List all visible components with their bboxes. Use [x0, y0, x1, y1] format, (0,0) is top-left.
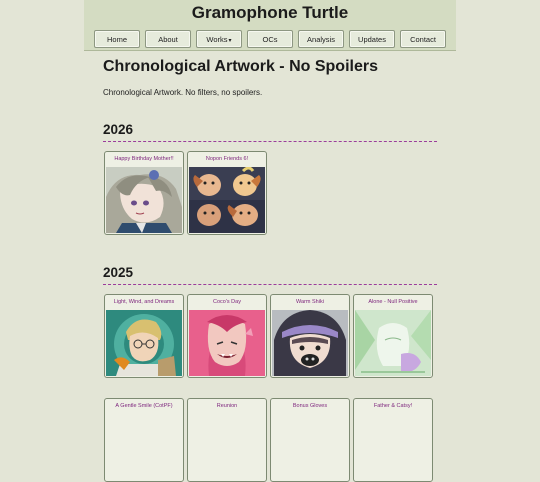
site-header: Gramophone Turtle Home About Works▾ OCs … — [84, 0, 456, 51]
nav-contact[interactable]: Contact — [400, 30, 446, 48]
artwork-title[interactable]: Happy Birthday Mother!! — [105, 152, 183, 167]
artwork-thumbnail[interactable] — [355, 310, 431, 376]
nav-about-label: About — [158, 35, 178, 44]
nav-about[interactable]: About — [145, 30, 191, 48]
artwork-card[interactable]: Nopon Friends 6! — [187, 151, 267, 235]
artwork-title[interactable]: Bonus Gloves — [271, 399, 349, 414]
page-intro: Chronological Artwork. No filters, no sp… — [103, 88, 263, 97]
artwork-card[interactable]: Father & Catsy! — [353, 398, 433, 482]
nav-home-label: Home — [106, 35, 127, 44]
hooded-character-portrait-icon — [272, 310, 348, 376]
artwork-thumbnail[interactable] — [189, 167, 265, 233]
artwork-title[interactable]: Warm Shiki — [271, 295, 349, 310]
artwork-thumbnail[interactable] — [106, 310, 182, 376]
artwork-thumbnail[interactable] — [189, 310, 265, 376]
pink-haired-character-portrait-icon — [189, 310, 265, 376]
main-nav: Home About Works▾ OCs Analysis Updates C… — [94, 30, 446, 49]
artwork-card[interactable]: Light, Wind, and Dreams — [104, 294, 184, 378]
artwork-card[interactable]: Warm Shiki — [270, 294, 350, 378]
artwork-title[interactable]: Light, Wind, and Dreams — [105, 295, 183, 310]
artwork-card[interactable]: Bonus Gloves — [270, 398, 350, 482]
artwork-card[interactable]: A Gentle Smile (CotPF) — [104, 398, 184, 482]
artwork-title[interactable]: Alone - Null Positive — [354, 295, 432, 310]
artwork-card[interactable]: Alone - Null Positive — [353, 294, 433, 378]
nav-works-label: Works — [206, 35, 228, 44]
grey-haired-character-portrait-icon — [106, 167, 182, 233]
year-heading-2025: 2025 — [103, 265, 134, 280]
nav-analysis-label: Analysis — [307, 35, 335, 44]
nav-analysis[interactable]: Analysis — [298, 30, 344, 48]
artwork-card[interactable]: Reunion — [187, 398, 267, 482]
nav-updates[interactable]: Updates — [349, 30, 395, 48]
page-title: Chronological Artwork - No Spoilers — [103, 58, 378, 75]
artwork-title[interactable]: Coco's Day — [188, 295, 266, 310]
artwork-title[interactable]: Father & Catsy! — [354, 399, 432, 414]
pale-green-sketch-icon — [355, 310, 431, 376]
chevron-down-icon: ▾ — [228, 38, 232, 44]
nav-home[interactable]: Home — [94, 30, 140, 48]
artwork-title[interactable]: A Gentle Smile (CotPF) — [105, 399, 183, 414]
nav-ocs[interactable]: OCs — [247, 30, 293, 48]
section-divider — [103, 141, 437, 142]
artwork-title[interactable]: Nopon Friends 6! — [188, 152, 266, 167]
nav-updates-label: Updates — [358, 35, 386, 44]
artwork-title[interactable]: Reunion — [188, 399, 266, 414]
page: Gramophone Turtle Home About Works▾ OCs … — [0, 0, 540, 482]
site-title[interactable]: Gramophone Turtle — [84, 3, 456, 23]
section-divider — [103, 284, 437, 285]
artwork-thumbnail[interactable] — [272, 310, 348, 376]
nopon-group-illustration-icon — [189, 167, 265, 233]
nav-ocs-label: OCs — [262, 35, 278, 44]
nav-contact-label: Contact — [410, 35, 436, 44]
nav-works-dropdown[interactable]: Works▾ — [196, 30, 242, 48]
artwork-card[interactable]: Happy Birthday Mother!! — [104, 151, 184, 235]
blond-glasses-character-portrait-icon — [106, 310, 182, 376]
artwork-card[interactable]: Coco's Day — [187, 294, 267, 378]
artwork-thumbnail[interactable] — [106, 167, 182, 233]
year-heading-2026: 2026 — [103, 122, 134, 137]
